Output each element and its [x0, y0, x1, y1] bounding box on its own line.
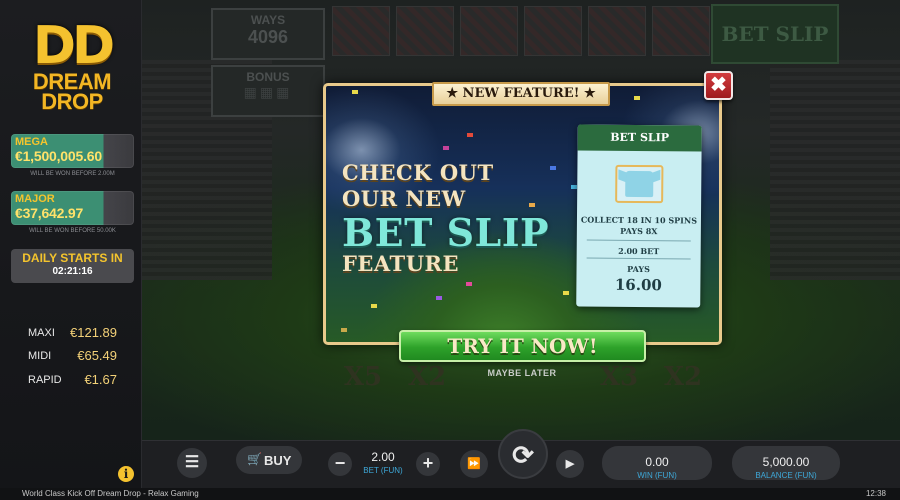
- bonus-panel: BONUS ▦▦▦: [211, 65, 325, 117]
- midi-jackpot: MIDI €65.49: [28, 348, 120, 364]
- slip-divider: [586, 257, 691, 260]
- game-window: DD DREAM DROP MEGA €1,500,005.60 WILL BE…: [0, 0, 900, 500]
- spin-button[interactable]: ⟳: [498, 429, 548, 479]
- fast-forward-icon[interactable]: ⏩: [460, 450, 488, 478]
- confetti-piece: [341, 328, 347, 332]
- reel-symbol: [588, 6, 646, 56]
- bet-increase-button[interactable]: +: [416, 452, 440, 476]
- major-jackpot-value: €37,642.97: [15, 205, 84, 221]
- slip-bet: 2.00 BET: [618, 245, 660, 257]
- bet-slip-card: BET SLIP COLLECT 18 IN 10 SPINS PAYS 8X …: [576, 124, 702, 308]
- info-icon[interactable]: i: [118, 466, 134, 482]
- daily-countdown: 02:21:16: [52, 266, 93, 277]
- confetti-piece: [443, 146, 449, 150]
- bet-decrease-button[interactable]: −: [328, 452, 352, 476]
- bet-value: 2.00: [371, 450, 395, 464]
- ways-value: 4096: [247, 27, 289, 47]
- ways-label: WAYS: [250, 13, 286, 27]
- confetti-piece: [563, 291, 569, 295]
- slip-pays-value: 16.00: [614, 275, 662, 295]
- bonus-slots-icon: ▦▦▦: [243, 84, 293, 100]
- slip-collect-text: COLLECT 18 IN 10 SPINS: [580, 214, 698, 226]
- jackpot-sidebar: DD DREAM DROP MEGA €1,500,005.60 WILL BE…: [0, 0, 142, 488]
- menu-icon[interactable]: ☰: [177, 448, 207, 478]
- multiplier-cell: X5: [343, 362, 383, 392]
- slip-pays-multiplier: PAYS 8X: [620, 225, 658, 237]
- status-footer: World Class Kick Off Dream Drop - Relax …: [0, 488, 900, 500]
- reel-symbol: [524, 6, 582, 56]
- autoplay-icon[interactable]: ▶: [556, 450, 584, 478]
- win-display: 0.00 WIN (FUN): [602, 446, 712, 480]
- maxi-name: MAXI: [28, 327, 55, 339]
- buy-label: BUY: [264, 453, 292, 468]
- reel-symbol: [652, 6, 710, 56]
- cart-icon: 🛒: [247, 452, 262, 466]
- maxi-value: €121.89: [70, 325, 117, 340]
- jersey-icon: [615, 164, 664, 204]
- dream-drop-logo: DD DREAM DROP: [30, 16, 115, 114]
- confetti-piece: [467, 133, 473, 137]
- multiplier-cell: X2: [663, 362, 703, 392]
- multiplier-cell: X2: [407, 362, 447, 392]
- midi-name: MIDI: [28, 350, 52, 362]
- new-feature-banner: ★ NEW FEATURE! ★: [432, 82, 610, 106]
- confetti-piece: [352, 90, 358, 94]
- balance-value: 5,000.00: [762, 455, 810, 469]
- clock: 12:38: [865, 489, 886, 498]
- ways-panel: WAYS 4096: [211, 8, 325, 60]
- headline-line4: FEATURE: [342, 251, 459, 276]
- headline-line2: OUR NEW: [342, 186, 466, 211]
- maxi-jackpot: MAXI €121.89: [28, 325, 120, 341]
- bet-slip-title: BET SLIP: [577, 124, 702, 152]
- bet-slip-panel: BET SLIP: [711, 4, 839, 64]
- mega-jackpot-value: €1,500,005.60: [15, 148, 102, 164]
- bonus-label: BONUS: [246, 70, 290, 84]
- win-value: 0.00: [645, 455, 669, 469]
- control-bar: ☰ 🛒 BUY − 2.00 BET (FUN) + ⏩ ⟳ ▶ 0.00 WI…: [142, 429, 900, 488]
- bet-label: BET (FUN): [363, 466, 403, 475]
- headline-line3: BET SLIP: [342, 210, 550, 255]
- confetti-piece: [529, 203, 535, 207]
- confetti-piece: [436, 296, 442, 300]
- mega-jackpot: MEGA €1,500,005.60: [11, 134, 134, 168]
- logo-line2: DROP: [41, 89, 103, 114]
- logo-mark: DD: [32, 16, 115, 76]
- reel-symbol: [460, 6, 518, 56]
- mega-jackpot-note: WILL BE WON BEFORE 2.00M: [30, 171, 115, 177]
- daily-jackpot-timer: DAILY STARTS IN 02:21:16: [11, 249, 134, 283]
- close-button[interactable]: ✖: [704, 71, 733, 100]
- game-title: World Class Kick Off Dream Drop - Relax …: [22, 489, 199, 498]
- daily-label: DAILY STARTS IN: [22, 251, 123, 265]
- major-jackpot-name: MAJOR: [15, 193, 55, 205]
- confetti-piece: [571, 185, 577, 189]
- slip-divider: [586, 239, 691, 242]
- rapid-jackpot: RAPID €1.67: [28, 372, 120, 388]
- balance-display: 5,000.00 BALANCE (FUN): [732, 446, 840, 480]
- confetti-piece: [634, 96, 640, 100]
- confetti-piece: [466, 282, 472, 286]
- confetti-piece: [550, 166, 556, 170]
- win-label: WIN (FUN): [637, 471, 677, 480]
- maybe-later-link[interactable]: MAYBE LATER: [480, 368, 564, 378]
- major-jackpot: MAJOR €37,642.97: [11, 191, 134, 225]
- mega-jackpot-name: MEGA: [15, 136, 48, 148]
- stadium-stand-right: [770, 60, 900, 280]
- buy-button[interactable]: 🛒 BUY: [236, 446, 302, 474]
- headline-line1: CHECK OUT: [342, 160, 494, 185]
- reel-symbol: [332, 6, 390, 56]
- major-jackpot-note: WILL BE WON BEFORE 50.00K: [29, 228, 116, 234]
- balance-label: BALANCE (FUN): [755, 471, 817, 480]
- slip-pays-label: PAYS: [627, 263, 650, 275]
- midi-value: €65.49: [77, 348, 117, 363]
- try-it-now-button[interactable]: TRY IT NOW!: [399, 330, 646, 362]
- rapid-name: RAPID: [28, 374, 62, 386]
- reel-symbol: [396, 6, 454, 56]
- confetti-piece: [371, 304, 377, 308]
- rapid-value: €1.67: [84, 372, 117, 387]
- multiplier-cell: X3: [599, 362, 639, 392]
